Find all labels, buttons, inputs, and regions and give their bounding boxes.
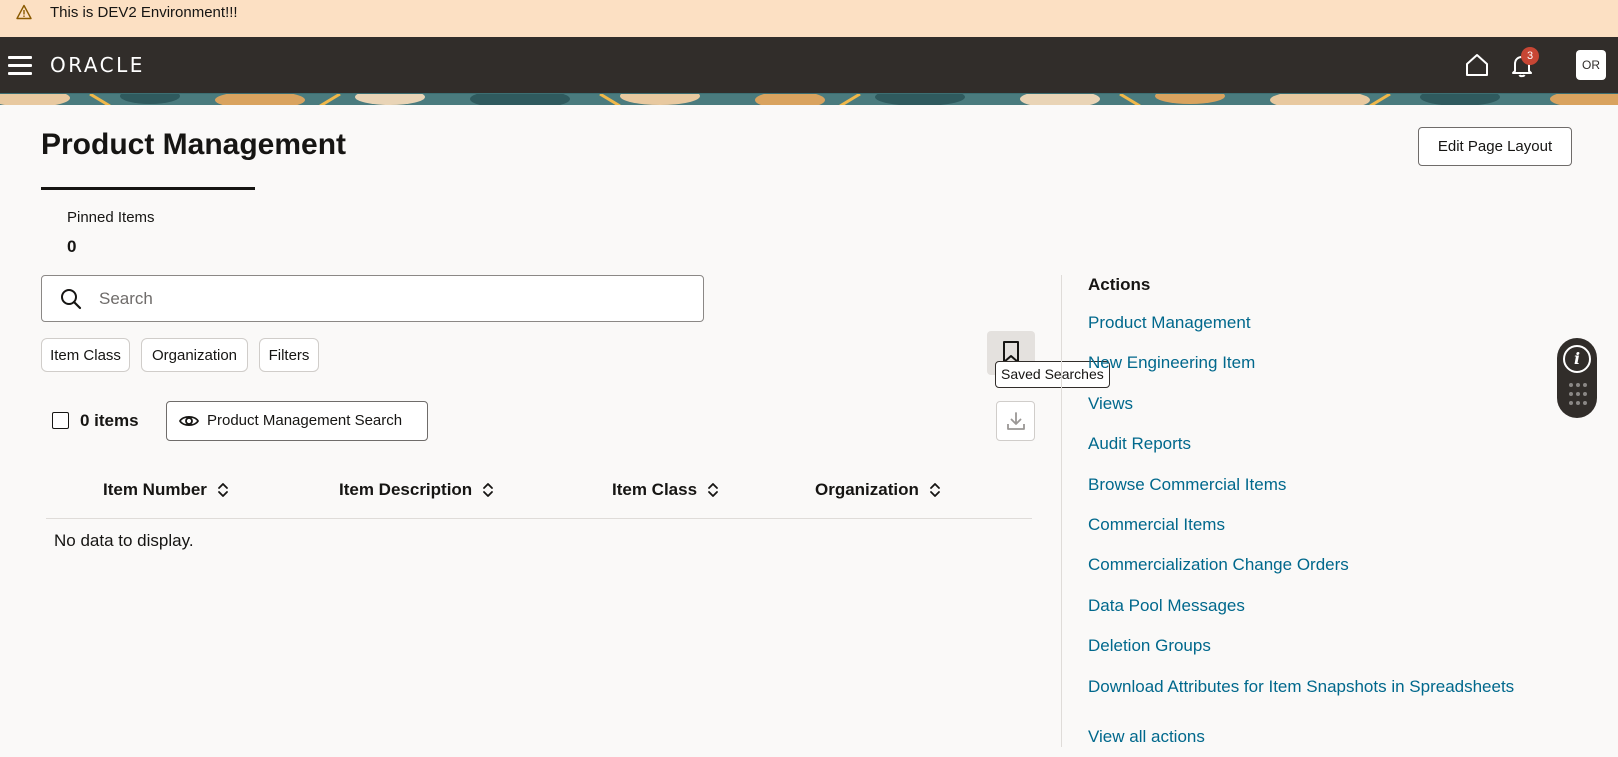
pinned-items-count[interactable]: 0 bbox=[67, 237, 76, 257]
column-header-label: Item Description bbox=[339, 480, 473, 499]
hamburger-menu-icon[interactable] bbox=[8, 53, 32, 77]
download-button[interactable] bbox=[996, 401, 1035, 441]
sort-icon bbox=[708, 483, 718, 497]
info-icon[interactable]: i bbox=[1563, 345, 1591, 373]
floating-assistant[interactable]: i bbox=[1557, 338, 1597, 418]
search-input[interactable] bbox=[99, 284, 679, 314]
environment-banner: This is DEV2 Environment!!! bbox=[0, 0, 1618, 37]
environment-banner-text: This is DEV2 Environment!!! bbox=[50, 4, 238, 21]
column-header-item-description[interactable]: Item Description bbox=[339, 480, 494, 500]
bookmark-icon bbox=[1003, 341, 1019, 363]
column-header-label: Item Class bbox=[612, 480, 698, 499]
action-link-commercial-items[interactable]: Commercial Items bbox=[1088, 515, 1225, 535]
global-header: ORACLE 3 OR bbox=[0, 37, 1618, 93]
panel-divider bbox=[1061, 275, 1062, 747]
search-view-button[interactable]: Product Management Search bbox=[166, 401, 428, 441]
oracle-logo[interactable]: ORACLE bbox=[50, 53, 145, 77]
action-link-download-attributes[interactable]: Download Attributes for Item Snapshots i… bbox=[1088, 677, 1514, 697]
action-link-product-management[interactable]: Product Management bbox=[1088, 313, 1251, 333]
action-link-browse-commercial-items[interactable]: Browse Commercial Items bbox=[1088, 475, 1286, 495]
decorative-banner bbox=[0, 93, 1618, 105]
column-header-label: Item Number bbox=[103, 480, 207, 499]
empty-table-message: No data to display. bbox=[54, 531, 194, 550]
warning-icon bbox=[16, 4, 32, 20]
user-avatar[interactable]: OR bbox=[1576, 50, 1606, 80]
filters-chip[interactable]: Filters bbox=[259, 338, 319, 372]
column-header-item-number[interactable]: Item Number bbox=[103, 480, 229, 500]
grid-dots-icon[interactable] bbox=[1568, 382, 1588, 406]
search-view-label: Product Management Search bbox=[207, 412, 403, 429]
table-divider bbox=[46, 518, 1032, 519]
search-icon bbox=[61, 289, 82, 310]
action-link-views[interactable]: Views bbox=[1088, 394, 1133, 414]
column-header-organization[interactable]: Organization bbox=[815, 480, 941, 500]
action-link-audit-reports[interactable]: Audit Reports bbox=[1088, 434, 1191, 454]
sort-icon bbox=[930, 483, 940, 497]
edit-page-layout-button[interactable]: Edit Page Layout bbox=[1418, 127, 1572, 166]
action-link-data-pool-messages[interactable]: Data Pool Messages bbox=[1088, 596, 1245, 616]
organization-filter-chip[interactable]: Organization bbox=[141, 338, 248, 372]
column-header-label: Organization bbox=[815, 480, 919, 499]
eye-icon bbox=[179, 415, 199, 427]
action-link-deletion-groups[interactable]: Deletion Groups bbox=[1088, 636, 1211, 656]
actions-title: Actions bbox=[1088, 275, 1151, 294]
search-box[interactable] bbox=[41, 275, 704, 322]
items-count: 0 items bbox=[80, 411, 139, 430]
page-title: Product Management bbox=[41, 128, 347, 161]
download-icon bbox=[1007, 412, 1025, 430]
select-all-checkbox[interactable] bbox=[52, 412, 69, 429]
view-all-actions-link[interactable]: View all actions bbox=[1088, 727, 1205, 747]
action-link-commercialization-change-orders[interactable]: Commercialization Change Orders bbox=[1088, 555, 1349, 575]
sort-icon bbox=[483, 483, 494, 497]
pinned-items-label[interactable]: Pinned Items bbox=[67, 209, 155, 226]
action-link-new-engineering-item[interactable]: New Engineering Item bbox=[1088, 353, 1255, 373]
column-header-item-class[interactable]: Item Class bbox=[612, 480, 719, 500]
sort-icon bbox=[218, 483, 228, 497]
notification-badge: 3 bbox=[1521, 47, 1539, 65]
title-underline bbox=[41, 187, 255, 190]
item-class-filter-chip[interactable]: Item Class bbox=[41, 338, 130, 372]
home-icon[interactable] bbox=[1463, 51, 1491, 79]
